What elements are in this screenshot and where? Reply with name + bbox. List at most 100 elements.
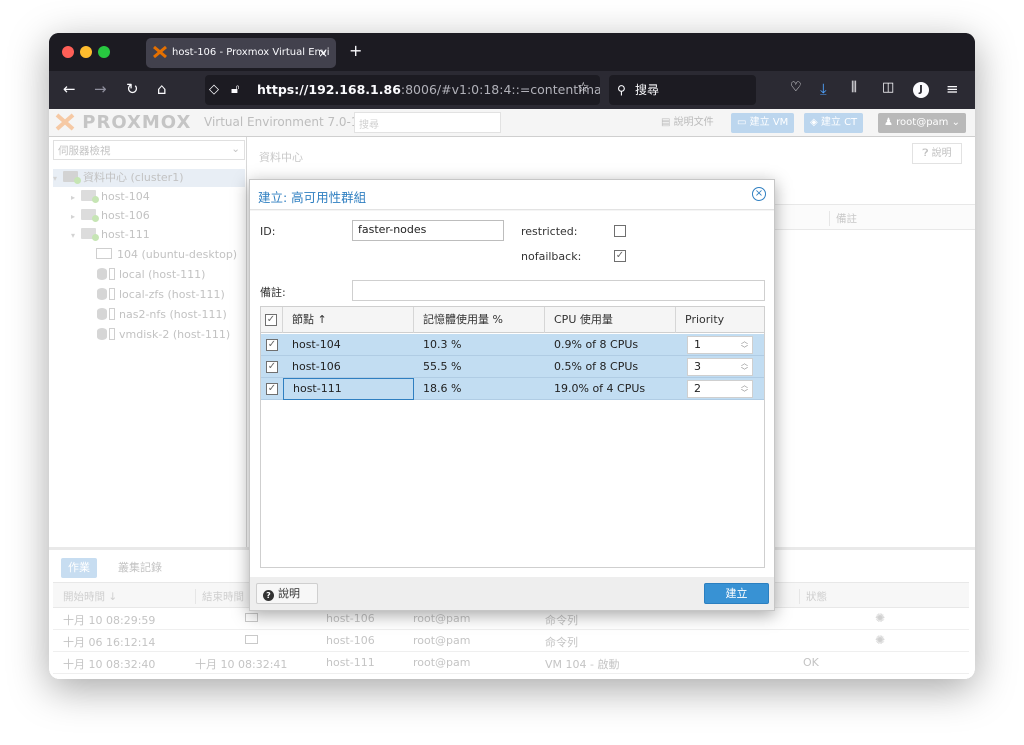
bookmark-star-icon[interactable]: ☆ [577,80,590,96]
dialog-footer: ? 說明 建立 [250,577,774,610]
row-checkbox[interactable]: ✓ [266,383,278,395]
column-end-time[interactable]: 結束時間 [195,589,244,604]
spinner-arrows-icon[interactable]: ︿ ﹀ [741,381,748,397]
priority-spinner[interactable]: 2 ︿ ﹀ [687,380,753,398]
tab-tasks[interactable]: 作業 [61,558,97,578]
row-node: host-106 [292,360,341,373]
nofailback-checkbox[interactable]: ✓ [614,250,626,262]
browser-tab[interactable]: host-106 - Proxmox Virtual Envi × [146,38,336,68]
restricted-label: restricted: [521,225,578,238]
row-checkbox[interactable]: ✓ [266,339,278,351]
row-checkbox[interactable]: ✓ [266,361,278,373]
restricted-checkbox[interactable] [614,225,626,237]
tree-item-storage-vmdisk-2[interactable]: vmdisk-2 (host-111) [97,326,230,344]
monitor-icon: ▭ [737,117,747,128]
expand-icon: ▸ [71,193,76,202]
view-selector[interactable]: 伺服器檢視 ⌄ [53,140,245,160]
close-window-button[interactable] [62,46,74,58]
spinner-icon: ✺ [875,633,886,647]
docs-button[interactable]: ▤ 說明文件 [655,113,720,133]
row-cpu: 19.0% of 4 CPUs [554,382,646,395]
version-text: Virtual Environment 7.0-11 [204,115,367,129]
library-icon[interactable]: ⫼ [851,80,857,95]
expand-icon: ▸ [71,212,76,221]
tree-item-storage-nas2-nfs[interactable]: nas2-nfs (host-111) [97,306,227,324]
create-ct-button[interactable]: ◈ 建立 CT [804,113,864,133]
spinner-arrows-icon[interactable]: ︿ ﹀ [741,359,748,375]
dialog-title: 建立: 高可用性群組 [258,190,367,205]
node-row[interactable]: ✓ host-104 10.3 % 0.9% of 8 CPUs 1 ︿ ﹀ [261,334,764,356]
tree-item-host-106[interactable]: ▸ host-106 [71,207,150,225]
tree-item-host-111[interactable]: ▾ host-111 [71,226,150,244]
content-help-button[interactable]: ❓︎ 說明 [912,143,962,164]
task-desc: 命令列 [545,636,578,649]
tree-item-vm-104[interactable]: 104 (ubuntu-desktop) [96,246,237,264]
tree-item-storage-local[interactable]: local (host-111) [97,266,205,284]
column-status[interactable]: 狀態 [799,589,827,604]
tab-cluster-log[interactable]: 叢集記錄 [111,558,169,578]
browser-search-placeholder: 搜尋 [635,83,660,97]
create-button[interactable]: 建立 [704,583,769,604]
download-icon[interactable]: ⤓ [820,80,827,98]
task-row[interactable]: 十月 06 16:12:14 host-106 root@pam 命令列 ✺ [53,630,969,652]
new-tab-button[interactable]: + [349,41,362,60]
task-user: root@pam [413,612,471,625]
tree-item-storage-local-zfs[interactable]: local-zfs (host-111) [97,286,225,304]
menu-icon[interactable]: ≡ [946,80,959,98]
tree-label: host-106 [101,209,150,222]
column-start-time[interactable]: 開始時間 ↓ [63,589,117,604]
sidebar-icon[interactable]: ◫ [882,80,894,95]
id-label: ID: [260,225,276,238]
priority-value: 1 [694,338,701,351]
tree-item-host-104[interactable]: ▸ host-104 [71,188,150,206]
proxmox-favicon-icon [153,46,167,58]
tree-item-datacenter[interactable]: ▾ 資料中心 (cluster1) [53,169,245,187]
home-icon[interactable]: ⌂ [157,80,167,98]
row-cpu: 0.5% of 8 CPUs [554,360,639,373]
reload-icon[interactable]: ↻ [126,80,139,98]
task-end: 十月 10 08:32:41 [195,658,288,671]
tree-label: 資料中心 (cluster1) [83,171,184,184]
help-label: 說明 [931,148,952,159]
select-all-header[interactable]: ✓ [261,307,283,333]
priority-spinner[interactable]: 1 ︿ ﹀ [687,336,753,354]
close-icon[interactable]: × [752,187,766,201]
logo-text: PROXMOX [82,112,192,133]
monitor-icon [245,613,258,622]
id-field[interactable]: faster-nodes [352,220,504,241]
help-icon: ❓︎ [922,148,929,159]
pocket-icon[interactable]: ♡ [790,80,802,95]
shield-icon[interactable]: ◇ [209,75,219,105]
select-all-checkbox[interactable]: ✓ [265,314,277,326]
browser-search-input[interactable]: ⚲ 搜尋 [609,75,756,105]
back-icon[interactable]: ← [63,80,76,98]
spinner-arrows-icon[interactable]: ︿ ﹀ [741,337,748,353]
comment-field[interactable] [352,280,765,301]
task-start: 十月 10 08:32:40 [63,658,156,671]
lock-icon[interactable]: 🔓︎ [231,75,239,105]
resource-tree: 伺服器檢視 ⌄ ▾ 資料中心 (cluster1) ▸ host-104 ▸ host-… [49,137,247,547]
priority-spinner[interactable]: 3 ︿ ﹀ [687,358,753,376]
task-row[interactable]: 十月 10 08:29:59 host-106 root@pam 命令列 ✺ [53,608,969,630]
disk-icon [109,308,115,320]
column-node[interactable]: 節點 ↑ [283,307,414,333]
create-vm-button[interactable]: ▭ 建立 VM [731,113,795,133]
node-row[interactable]: ✓ host-106 55.5 % 0.5% of 8 CPUs 3 ︿ ﹀ [261,356,764,378]
pve-search-input[interactable]: 搜尋 [354,112,501,133]
column-priority[interactable]: Priority [676,307,764,333]
task-row[interactable]: 十月 10 08:32:40 十月 10 08:32:41 host-111 r… [53,652,969,674]
zoom-window-button[interactable] [98,46,110,58]
tab-close-icon[interactable]: × [318,38,328,68]
forward-icon[interactable]: → [94,80,107,98]
minimize-window-button[interactable] [80,46,92,58]
column-memory[interactable]: 記憶體使用量 % [414,307,545,333]
help-button[interactable]: ? 說明 [256,583,318,604]
column-cpu[interactable]: CPU 使用量 [545,307,676,333]
proxmox-x-logo-icon [55,113,75,131]
user-menu-button[interactable]: ♟ root@pam ⌄ [878,113,966,133]
url-bar[interactable]: ◇ 🔓︎ https://192.168.1.86:8006/#v1:0:18:… [205,75,600,105]
tree-label: host-111 [101,228,150,241]
node-row[interactable]: ✓ host-111 18.6 % 19.0% of 4 CPUs 2 ︿ ﹀ [261,378,764,400]
task-node: host-106 [326,634,375,647]
account-icon[interactable]: J [913,82,929,98]
